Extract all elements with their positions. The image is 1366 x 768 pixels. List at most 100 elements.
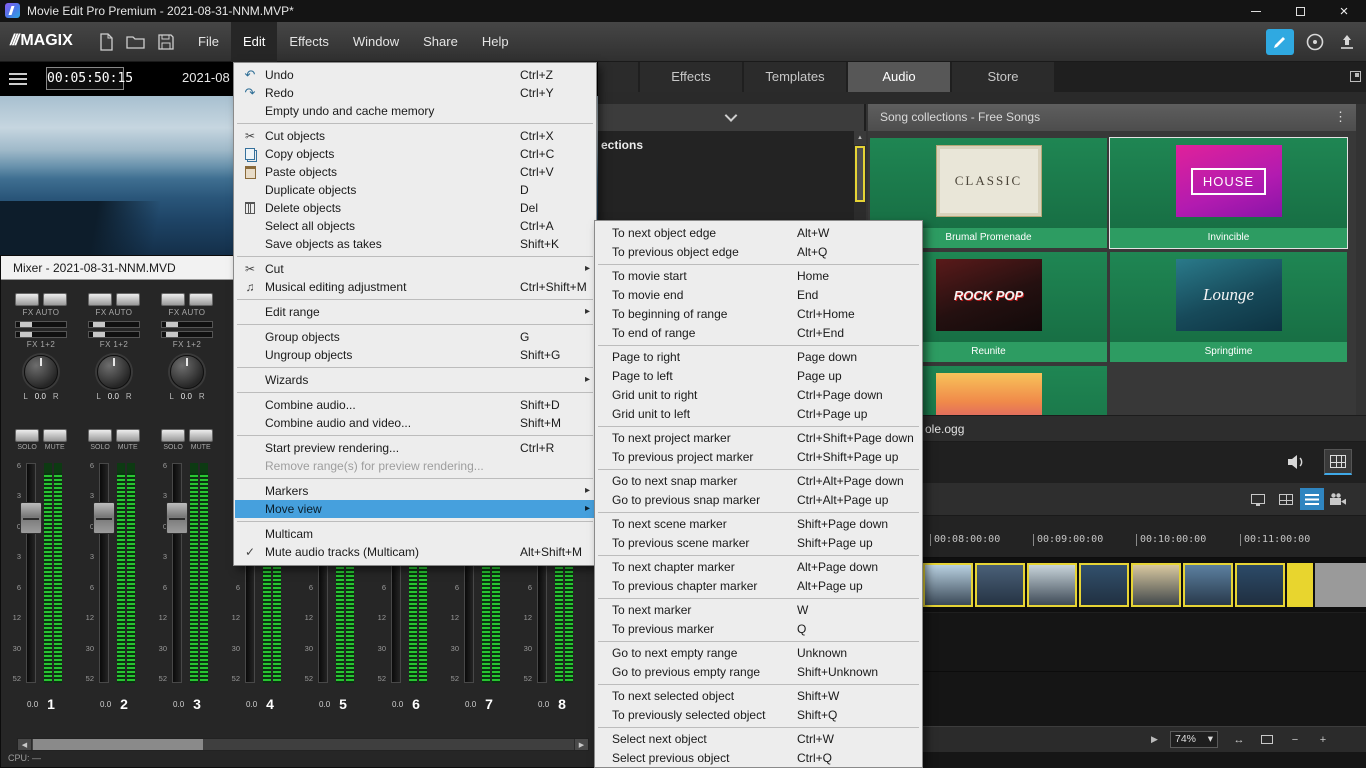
- tab-audio[interactable]: Audio: [848, 62, 950, 92]
- menu-item-to-previous-object-edge[interactable]: To previous object edgeAlt+Q: [596, 243, 921, 262]
- menu-item-redo[interactable]: ↷RedoCtrl+Y: [235, 84, 595, 102]
- video-clip-thumbnail[interactable]: [923, 563, 973, 607]
- pan-knob[interactable]: [24, 355, 58, 389]
- menu-item-to-movie-end[interactable]: To movie endEnd: [596, 286, 921, 305]
- menu-item-to-next-selected-object[interactable]: To next selected objectShift+W: [596, 687, 921, 706]
- timecode-display[interactable]: 00:05:50:15: [46, 67, 124, 90]
- tab-effects[interactable]: Effects: [640, 62, 742, 92]
- burn-disc-button[interactable]: [1302, 29, 1328, 55]
- aux-send-fader-1[interactable]: [15, 321, 67, 328]
- menu-item-musical-editing-adjustment[interactable]: ♫Musical editing adjustmentCtrl+Shift+M: [235, 278, 595, 296]
- menu-item-delete-objects[interactable]: Delete objectsDel: [235, 199, 595, 217]
- video-clip-thumbnail[interactable]: [1235, 563, 1285, 607]
- menu-item-go-to-next-empty-range[interactable]: Go to next empty rangeUnknown: [596, 644, 921, 663]
- menu-item-select-all-objects[interactable]: Select all objectsCtrl+A: [235, 217, 595, 235]
- menu-item-select-next-object[interactable]: Select next objectCtrl+W: [596, 730, 921, 749]
- zoom-out-button[interactable]: −: [1284, 731, 1306, 748]
- menu-item-to-movie-start[interactable]: To movie startHome: [596, 267, 921, 286]
- open-project-button[interactable]: [124, 30, 148, 54]
- multicam-view-button[interactable]: [1326, 488, 1350, 510]
- export-button[interactable]: [1266, 29, 1294, 55]
- menu-item-go-to-previous-empty-range[interactable]: Go to previous empty rangeShift+Unknown: [596, 663, 921, 682]
- menu-item-to-end-of-range[interactable]: To end of rangeCtrl+End: [596, 324, 921, 343]
- scroll-left-icon[interactable]: ◀: [18, 739, 32, 750]
- fx-button[interactable]: [161, 293, 185, 306]
- fader-thumb[interactable]: [166, 332, 178, 337]
- menu-item-cut[interactable]: ✂Cut▸: [235, 260, 595, 278]
- menu-item-copy-objects[interactable]: Copy objectsCtrl+C: [235, 145, 595, 163]
- aux-send-fader-1[interactable]: [161, 321, 213, 328]
- scroll-up-icon[interactable]: ▲: [854, 131, 866, 145]
- menu-item-combine-audio-and-video[interactable]: Combine audio and video...Shift+M: [235, 414, 595, 432]
- aux-send-fader-2[interactable]: [15, 331, 67, 338]
- scroll-right-icon[interactable]: ▶: [574, 739, 588, 750]
- aux-send-fader-2[interactable]: [88, 331, 140, 338]
- collections-list-item[interactable]: ections: [601, 138, 643, 152]
- fader-handle[interactable]: [93, 502, 115, 534]
- menu-item-multicam[interactable]: Multicam: [235, 525, 595, 543]
- song-tile-invincible[interactable]: HOUSE Invincible: [1110, 138, 1347, 248]
- menu-item-to-next-scene-marker[interactable]: To next scene markerShift+Page down: [596, 515, 921, 534]
- menu-item-edit-range[interactable]: Edit range▸: [235, 303, 595, 321]
- volume-fader[interactable]: [99, 463, 109, 683]
- menu-item-combine-audio[interactable]: Combine audio...Shift+D: [235, 396, 595, 414]
- menu-file[interactable]: File: [186, 22, 231, 62]
- fader-thumb[interactable]: [20, 322, 32, 327]
- save-project-button[interactable]: [154, 30, 178, 54]
- menu-item-to-previously-selected-object[interactable]: To previously selected objectShift+Q: [596, 706, 921, 725]
- selected-clip-block[interactable]: [1287, 563, 1313, 607]
- menu-item-mute-audio-tracks-multicam[interactable]: ✓Mute audio tracks (Multicam)Alt+Shift+M: [235, 543, 595, 561]
- menu-item-to-next-project-marker[interactable]: To next project markerCtrl+Shift+Page do…: [596, 429, 921, 448]
- maximize-button[interactable]: [1278, 0, 1322, 22]
- menu-item-duplicate-objects[interactable]: Duplicate objectsD: [235, 181, 595, 199]
- volume-fader[interactable]: [26, 463, 36, 683]
- menu-item-page-to-right[interactable]: Page to rightPage down: [596, 348, 921, 367]
- scrollbar-thumb[interactable]: [33, 739, 203, 750]
- menu-item-to-next-marker[interactable]: To next markerW: [596, 601, 921, 620]
- menu-window[interactable]: Window: [341, 22, 411, 62]
- fader-thumb[interactable]: [93, 322, 105, 327]
- menu-item-remove-range-s-for-preview-rendering[interactable]: Remove range(s) for preview rendering...: [235, 457, 595, 475]
- menu-effects[interactable]: Effects: [277, 22, 341, 62]
- menu-item-cut-objects[interactable]: ✂Cut objectsCtrl+X: [235, 127, 595, 145]
- video-clip-thumbnail[interactable]: [1131, 563, 1181, 607]
- video-clip-thumbnail[interactable]: [1079, 563, 1129, 607]
- menu-help[interactable]: Help: [470, 22, 521, 62]
- menu-item-paste-objects[interactable]: Paste objectsCtrl+V: [235, 163, 595, 181]
- collapse-arrow-icon[interactable]: ▶: [1151, 734, 1158, 745]
- menu-item-grid-unit-to-left[interactable]: Grid unit to leftCtrl+Page up: [596, 405, 921, 424]
- mute-button[interactable]: [116, 429, 140, 442]
- menu-item-page-to-left[interactable]: Page to leftPage up: [596, 367, 921, 386]
- fx-button[interactable]: [15, 293, 39, 306]
- menu-item-markers[interactable]: Markers▸: [235, 482, 595, 500]
- tab-store[interactable]: Store: [952, 62, 1054, 92]
- fader-thumb[interactable]: [93, 332, 105, 337]
- zoom-fit-button[interactable]: ↔: [1228, 731, 1250, 748]
- fx-button[interactable]: [88, 293, 112, 306]
- menu-item-ungroup-objects[interactable]: Ungroup objectsShift+G: [235, 346, 595, 364]
- menu-item-group-objects[interactable]: Group objectsG: [235, 328, 595, 346]
- close-button[interactable]: ×: [1322, 0, 1366, 22]
- zoom-range-button[interactable]: [1256, 731, 1278, 748]
- solo-button[interactable]: [161, 429, 185, 442]
- solo-button[interactable]: [88, 429, 112, 442]
- pan-knob[interactable]: [170, 355, 204, 389]
- panel-dock-icon[interactable]: [1350, 71, 1361, 82]
- song-tile-springtime[interactable]: Lounge Springtime: [1110, 252, 1347, 362]
- menu-item-go-to-next-snap-marker[interactable]: Go to next snap markerCtrl+Alt+Page down: [596, 472, 921, 491]
- timeline-view-button[interactable]: [1300, 488, 1324, 510]
- menu-item-start-preview-rendering[interactable]: Start preview rendering...Ctrl+R: [235, 439, 595, 457]
- menu-item-undo[interactable]: ↶UndoCtrl+Z: [235, 66, 595, 84]
- zoom-level-dropdown[interactable]: 74%▾: [1170, 731, 1218, 748]
- menu-item-go-to-previous-snap-marker[interactable]: Go to previous snap markerCtrl+Alt+Page …: [596, 491, 921, 510]
- menu-item-to-previous-scene-marker[interactable]: To previous scene markerShift+Page up: [596, 534, 921, 553]
- tab-templates[interactable]: Templates: [744, 62, 846, 92]
- mute-button[interactable]: [189, 429, 213, 442]
- menu-item-save-objects-as-takes[interactable]: Save objects as takesShift+K: [235, 235, 595, 253]
- zoom-in-button[interactable]: +: [1312, 731, 1334, 748]
- speaker-icon[interactable]: [1286, 453, 1310, 471]
- menu-item-to-previous-chapter-marker[interactable]: To previous chapter markerAlt+Page up: [596, 577, 921, 596]
- storyboard-view-button[interactable]: [1274, 488, 1298, 510]
- menu-item-to-previous-marker[interactable]: To previous markerQ: [596, 620, 921, 639]
- aux-send-fader-2[interactable]: [161, 331, 213, 338]
